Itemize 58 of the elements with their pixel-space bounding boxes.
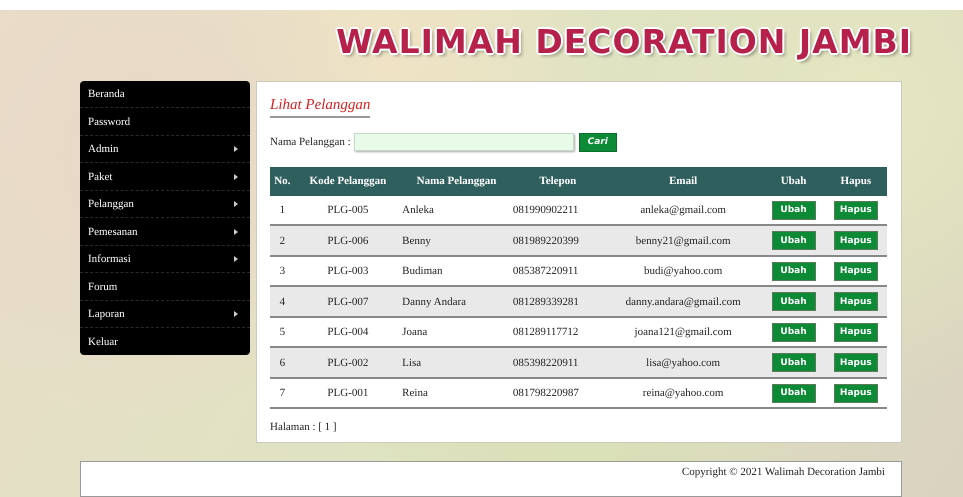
column-header: No. bbox=[270, 166, 295, 196]
table-cell: 081989220399 bbox=[512, 225, 604, 256]
edit-button[interactable]: Ubah bbox=[772, 353, 816, 372]
sidebar-item[interactable]: Pelanggan bbox=[80, 190, 250, 218]
table-cell: Reina bbox=[401, 378, 512, 408]
sidebar-item[interactable]: Admin bbox=[80, 136, 250, 164]
column-header: Email bbox=[604, 166, 762, 196]
sidebar-item[interactable]: Paket bbox=[80, 163, 250, 191]
sidebar-item[interactable]: Pemesanan bbox=[80, 218, 250, 246]
table-cell: reina@yahoo.com bbox=[604, 378, 762, 408]
table-cell: 081289339281 bbox=[512, 286, 604, 317]
table-cell: 2 bbox=[270, 225, 295, 256]
column-header: Hapus bbox=[824, 166, 887, 196]
page-title: Lihat Pelanggan bbox=[270, 96, 370, 118]
sidebar-item[interactable]: Keluar bbox=[80, 328, 250, 355]
edit-button[interactable]: Ubah bbox=[772, 262, 816, 281]
column-header: Nama Pelanggan bbox=[401, 166, 512, 196]
table-cell: PLG-007 bbox=[294, 286, 402, 317]
column-header: Ubah bbox=[762, 166, 825, 196]
table-cell: danny.andara@gmail.com bbox=[604, 286, 762, 317]
table-cell: Danny Andara bbox=[401, 286, 512, 317]
edit-button[interactable]: Ubah bbox=[772, 200, 816, 220]
delete-button[interactable]: Hapus bbox=[834, 231, 878, 250]
search-field[interactable] bbox=[354, 133, 574, 152]
table-cell: PLG-006 bbox=[294, 225, 402, 256]
delete-button[interactable]: Hapus bbox=[834, 200, 878, 220]
pagination-text: Halaman : [ 1 ] bbox=[270, 421, 337, 434]
table-cell: 085398220911 bbox=[512, 347, 604, 378]
table-cell: PLG-001 bbox=[294, 378, 402, 408]
column-header: Kode Pelanggan bbox=[294, 166, 402, 196]
search-label: Nama Pelanggan : bbox=[270, 136, 351, 148]
table-cell: 4 bbox=[270, 286, 295, 317]
table-cell: Benny bbox=[401, 225, 512, 256]
column-header: Telepon bbox=[512, 166, 604, 196]
sidebar-item[interactable]: Beranda bbox=[80, 80, 250, 108]
edit-button[interactable]: Ubah bbox=[772, 384, 816, 403]
table-cell: 7 bbox=[270, 378, 295, 408]
edit-button[interactable]: Ubah bbox=[772, 231, 816, 250]
delete-button[interactable]: Hapus bbox=[834, 384, 878, 403]
delete-button[interactable]: Hapus bbox=[834, 262, 878, 281]
sidebar-item[interactable]: Password bbox=[80, 108, 250, 136]
table-cell: lisa@yahoo.com bbox=[604, 347, 762, 378]
delete-button[interactable]: Hapus bbox=[834, 292, 878, 312]
sidebar-item[interactable]: Laporan bbox=[80, 300, 250, 328]
table-cell: Lisa bbox=[401, 347, 512, 378]
sidebar-item[interactable]: Informasi bbox=[80, 246, 250, 274]
table-cell: 6 bbox=[270, 347, 295, 378]
copyright-text: Copyright © 2021 Walimah Decoration Jambi bbox=[682, 466, 885, 480]
search-button[interactable]: Cari bbox=[578, 132, 617, 152]
table-cell: benny21@gmail.com bbox=[604, 225, 762, 256]
table-cell: PLG-002 bbox=[294, 347, 402, 378]
delete-button[interactable]: Hapus bbox=[834, 353, 878, 372]
site-logo-title: WALIMAH DECORATION JAMBI bbox=[336, 22, 912, 61]
edit-button[interactable]: Ubah bbox=[772, 292, 816, 312]
delete-button[interactable]: Hapus bbox=[834, 322, 878, 342]
edit-button[interactable]: Ubah bbox=[772, 322, 816, 342]
table-cell: 081798220987 bbox=[512, 378, 604, 408]
sidebar-item[interactable]: Forum bbox=[80, 273, 250, 301]
